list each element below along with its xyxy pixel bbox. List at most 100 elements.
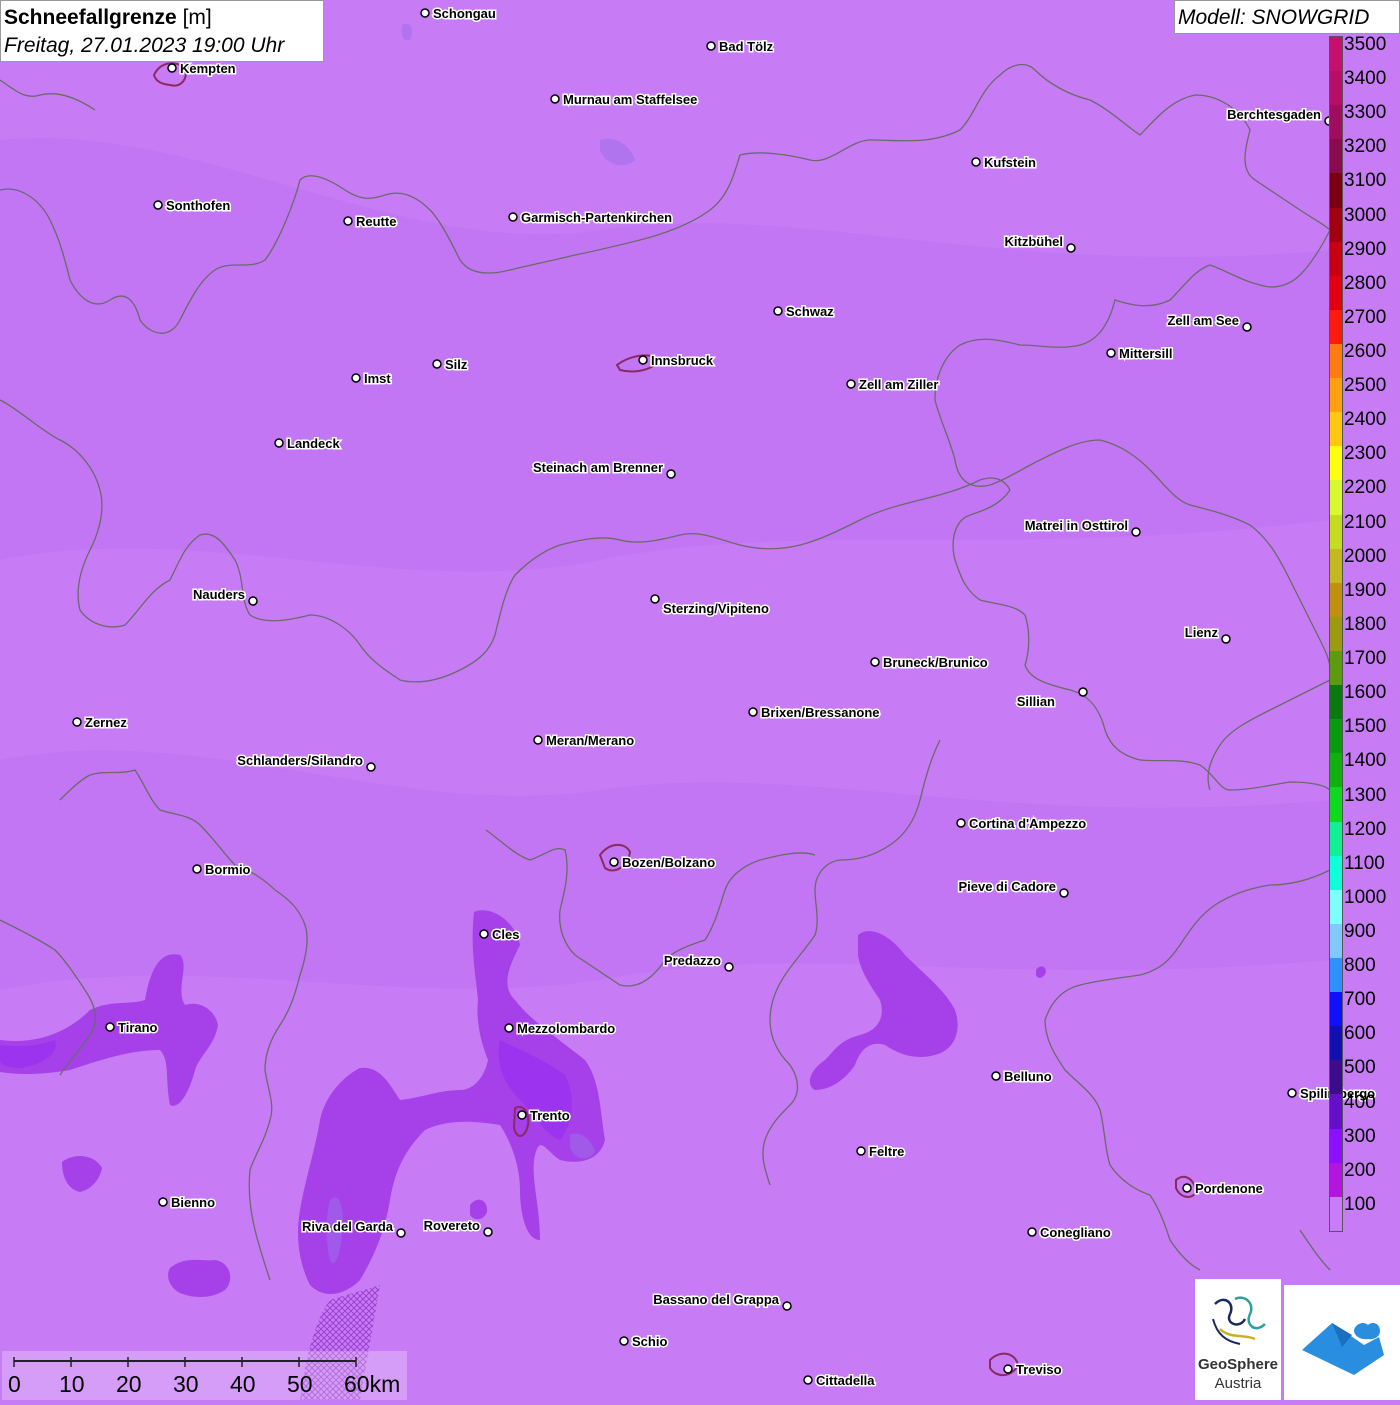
city-marker-lienz bbox=[1221, 634, 1231, 644]
city-label-sonthofen: Sonthofen bbox=[166, 198, 230, 213]
city-marker-cittadella bbox=[803, 1375, 813, 1385]
legend-swatch-200 bbox=[1330, 1162, 1342, 1197]
city-marker-landeck bbox=[274, 438, 284, 448]
legend-swatch-500 bbox=[1330, 1060, 1342, 1095]
city-label-reutte: Reutte bbox=[356, 214, 396, 229]
city-label-schlanders-silandro: Schlanders/Silandro bbox=[237, 753, 363, 768]
city-marker-garmisch-partenkirchen bbox=[508, 212, 518, 222]
legend-label-900: 900 bbox=[1344, 920, 1376, 942]
snowgrid-logo-icon bbox=[1302, 1322, 1384, 1375]
city-label-bormio: Bormio bbox=[205, 862, 251, 877]
city-label-schongau: Schongau bbox=[433, 6, 496, 21]
city-marker-sterzing-vipiteno bbox=[650, 594, 660, 604]
map-title: Schneefallgrenze [m] bbox=[4, 6, 212, 30]
city-marker-nauders bbox=[248, 596, 258, 606]
city-pordenone: Pordenone bbox=[1182, 1180, 1264, 1198]
city-label-garmisch-partenkirchen: Garmisch-Partenkirchen bbox=[521, 210, 672, 225]
city-label-lienz: Lienz bbox=[1185, 625, 1219, 640]
city-schongau: Schongau bbox=[420, 5, 497, 23]
legend-swatch-1200 bbox=[1330, 821, 1342, 856]
city-marker-zell-am-see bbox=[1242, 322, 1252, 332]
city-marker-silz bbox=[432, 359, 442, 369]
legend-label-800: 800 bbox=[1344, 955, 1376, 977]
city-marker-reutte bbox=[343, 216, 353, 226]
city-label-cortina-d-ampezzo: Cortina d'Ampezzo bbox=[969, 816, 1086, 831]
scale-label-2: 20 bbox=[116, 1371, 142, 1397]
legend-swatch-3200 bbox=[1330, 139, 1342, 174]
city-marker-feltre bbox=[856, 1146, 866, 1156]
city-label-nauders: Nauders bbox=[193, 587, 245, 602]
legend-label-1200: 1200 bbox=[1344, 818, 1387, 840]
legend-label-1100: 1100 bbox=[1344, 852, 1385, 874]
geosphere-logo-line1: GeoSphere bbox=[1197, 1356, 1279, 1373]
legend-label-2300: 2300 bbox=[1344, 443, 1387, 465]
city-garmisch-partenkirchen: Garmisch-Partenkirchen bbox=[508, 209, 674, 227]
legend-swatch-3400 bbox=[1330, 71, 1342, 106]
snowgrid-logo bbox=[1284, 1285, 1400, 1400]
legend-label-1800: 1800 bbox=[1344, 613, 1387, 635]
city-label-predazzo: Predazzo bbox=[664, 953, 721, 968]
scale-label-3: 30 bbox=[173, 1371, 199, 1397]
legend-label-1600: 1600 bbox=[1344, 682, 1387, 704]
city-label-kempten: Kempten bbox=[180, 61, 236, 76]
legend-swatch-2000 bbox=[1330, 548, 1342, 583]
city-marker-pieve-di-cadore bbox=[1059, 888, 1069, 898]
geosphere-logo: GeoSphere Austria bbox=[1195, 1279, 1281, 1400]
city-marker-kitzb-hel bbox=[1066, 243, 1076, 253]
city-marker-bad-t-lz bbox=[706, 41, 716, 51]
city-marker-kempten bbox=[167, 63, 177, 73]
legend-label-1900: 1900 bbox=[1344, 579, 1387, 601]
scale-label-1: 10 bbox=[59, 1371, 85, 1397]
map-title-box: Schneefallgrenze [m] Freitag, 27.01.2023… bbox=[0, 0, 324, 62]
city-marker-predazzo bbox=[724, 962, 734, 972]
city-marker-brixen-bressanone bbox=[748, 707, 758, 717]
city-marker-kufstein bbox=[971, 157, 981, 167]
city-label-kitzb-hel: Kitzbühel bbox=[1005, 234, 1064, 249]
legend-swatch-2900 bbox=[1330, 241, 1342, 276]
city-label-meran-merano: Meran/Merano bbox=[546, 733, 634, 748]
city-marker-murnau-am-staffelsee bbox=[550, 94, 560, 104]
city-label-zell-am-see: Zell am See bbox=[1167, 313, 1239, 328]
legend-swatch-3000 bbox=[1330, 207, 1342, 242]
legend-label-2000: 2000 bbox=[1344, 545, 1387, 567]
legend-label-2600: 2600 bbox=[1344, 341, 1387, 363]
city-marker-conegliano bbox=[1027, 1227, 1037, 1237]
legend-label-3300: 3300 bbox=[1344, 102, 1387, 124]
scale-label-5: 50 bbox=[287, 1371, 313, 1397]
city-marker-sonthofen bbox=[153, 200, 163, 210]
geosphere-logo-icon bbox=[1212, 1296, 1266, 1345]
legend-swatch-1900 bbox=[1330, 582, 1342, 617]
city-marker-bormio bbox=[192, 864, 202, 874]
city-cortina-d-ampezzo: Cortina d'Ampezzo bbox=[956, 815, 1088, 833]
legend-swatch-2800 bbox=[1330, 275, 1342, 310]
legend-label-2100: 2100 bbox=[1344, 511, 1387, 533]
city-label-cles: Cles bbox=[492, 927, 519, 942]
legend-label-200: 200 bbox=[1344, 1159, 1376, 1181]
city-label-feltre: Feltre bbox=[869, 1144, 904, 1159]
city-marker-bienno bbox=[158, 1197, 168, 1207]
legend-swatch-2200 bbox=[1330, 480, 1342, 515]
city-marker-bozen-bolzano bbox=[609, 857, 619, 867]
city-marker-rovereto bbox=[483, 1227, 493, 1237]
legend-swatch-3300 bbox=[1330, 105, 1342, 140]
city-marker-mittersill bbox=[1106, 348, 1116, 358]
city-marker-riva-del-garda bbox=[396, 1228, 406, 1238]
legend-label-700: 700 bbox=[1344, 989, 1376, 1011]
city-marker-schongau bbox=[420, 8, 430, 18]
legend-label-1300: 1300 bbox=[1344, 784, 1387, 806]
legend-swatch-2100 bbox=[1330, 514, 1342, 549]
legend-label-300: 300 bbox=[1344, 1125, 1376, 1147]
city-marker-cles bbox=[479, 929, 489, 939]
legend-label-3000: 3000 bbox=[1344, 204, 1387, 226]
city-marker-steinach-am-brenner bbox=[666, 469, 676, 479]
city-label-mezzolombardo: Mezzolombardo bbox=[517, 1021, 615, 1036]
city-label-tirano: Tirano bbox=[118, 1020, 158, 1035]
city-label-zell-am-ziller: Zell am Ziller bbox=[859, 377, 938, 392]
scale-label-0: 0 bbox=[8, 1371, 21, 1397]
legend-swatch-1800 bbox=[1330, 616, 1342, 651]
scale-bar: 0 10 20 30 40 50 60km bbox=[2, 1351, 407, 1400]
city-marker-imst bbox=[351, 373, 361, 383]
city-bozen-bolzano: Bozen/Bolzano bbox=[609, 854, 717, 872]
city-label-rovereto: Rovereto bbox=[424, 1218, 480, 1233]
city-innsbruck: Innsbruck bbox=[638, 352, 715, 370]
